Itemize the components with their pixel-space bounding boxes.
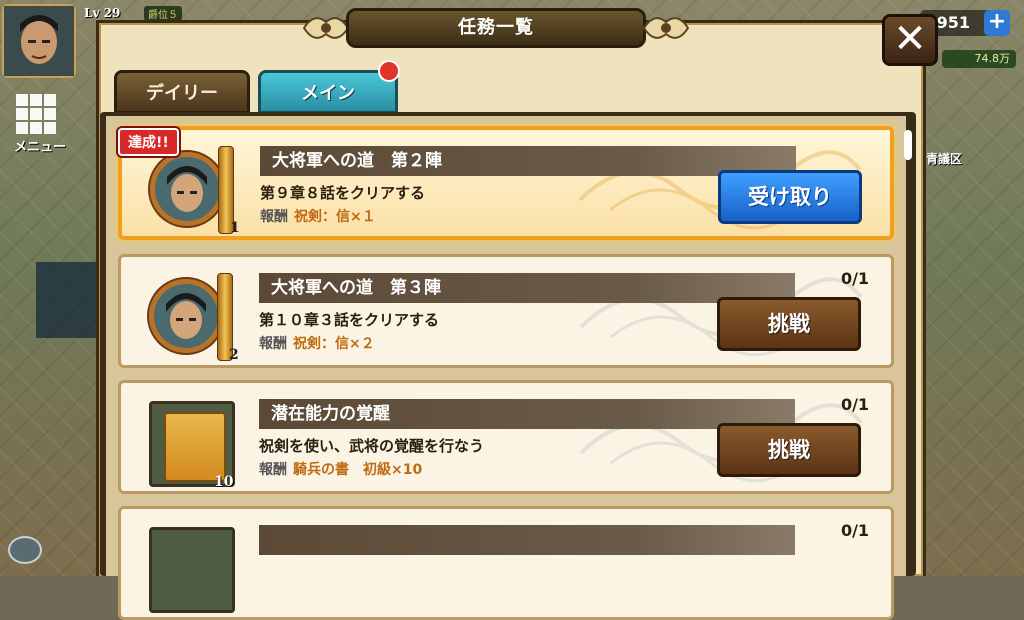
reward-value: 祝剣：信×２ [293,336,375,352]
mission-reward: 報酬 祝剣：信×２ [259,333,375,353]
reward-label: 報酬 [259,462,287,478]
player-portrait-icon [4,6,74,76]
reward-label: 報酬 [260,209,288,225]
item-frame: 10 [149,401,235,490]
mission-progress: 0/1 [840,521,870,540]
grid-menu-icon [16,94,56,134]
mission-icon: 1 [150,144,240,236]
player-avatar[interactable] [2,4,76,78]
notification-badge-icon [378,60,400,82]
tab-main[interactable]: メイン [258,70,398,114]
mission-icon [149,523,235,613]
rank-badge: 爵位５ [144,6,182,21]
scrollbar[interactable] [904,130,912,160]
scroll-icon [164,412,226,482]
mission-title: 大将軍への道 第２陣 [260,146,796,176]
mission-title [259,525,795,555]
title-ornament-left-icon [302,17,350,39]
close-button[interactable]: ✕ [882,14,938,66]
mission-description: 祝剣を使い、武将の覚醒を行なう [259,437,485,455]
item-frame [149,527,235,613]
reward-value: 騎兵の書 初級×10 [293,462,423,478]
mission-card-3: 10 潜在能力の覚醒 祝剣を使い、武将の覚醒を行なう 報酬 騎兵の書 初級×10 … [118,380,894,494]
resource-counter: 74.8万 [942,50,1016,68]
mission-title: 大将軍への道 第３陣 [259,273,795,303]
menu-button[interactable]: メニュー [4,94,70,155]
claim-button[interactable]: 受け取り [718,170,862,224]
mission-card-2: 2 大将軍への道 第３陣 第１０章３話をクリアする 報酬 祝剣：信×２ 0/1 挑… [118,254,894,368]
area-label[interactable]: 青議区 [926,150,962,167]
mission-card-1: 1 大将軍への道 第２陣 第９章８話をクリアする 報酬 祝剣：信×１ 受け取り [118,126,894,240]
icon-count: 1 [230,220,240,236]
player-level: Lv 29 [84,6,121,20]
mission-title: 潜在能力の覚醒 [259,399,795,429]
side-dispatch-list[interactable] [36,262,100,338]
challenge-button[interactable]: 挑戦 [717,423,861,477]
achieved-badge: 達成!! [118,128,179,156]
character-portrait-icon [150,152,224,226]
challenge-button[interactable]: 挑戦 [717,297,861,351]
chat-bubble-icon[interactable] [8,536,42,564]
mission-card-4: 0/1 [118,506,894,620]
mission-icon: 10 [149,397,235,490]
add-coins-button[interactable]: + [984,10,1010,36]
icon-count: 10 [214,474,234,490]
mission-progress: 0/1 [840,395,870,414]
reward-label: 報酬 [259,336,287,352]
dialog-title: 任務一覧 [346,8,646,48]
menu-label: メニュー [14,140,67,155]
title-ornament-right-icon [642,17,690,39]
icon-count: 2 [229,347,239,363]
mission-reward: 報酬 騎兵の書 初級×10 [259,459,422,479]
mission-reward: 報酬 祝剣：信×１ [260,206,376,226]
character-portrait-icon [149,279,223,353]
mission-description: 第１０章３話をクリアする [259,311,440,329]
mission-icon: 2 [149,271,239,363]
mission-description: 第９章８話をクリアする [260,184,426,202]
mission-progress: 0/1 [840,269,870,288]
reward-value: 祝剣：信×１ [294,209,376,225]
tab-daily[interactable]: デイリー [114,70,250,114]
